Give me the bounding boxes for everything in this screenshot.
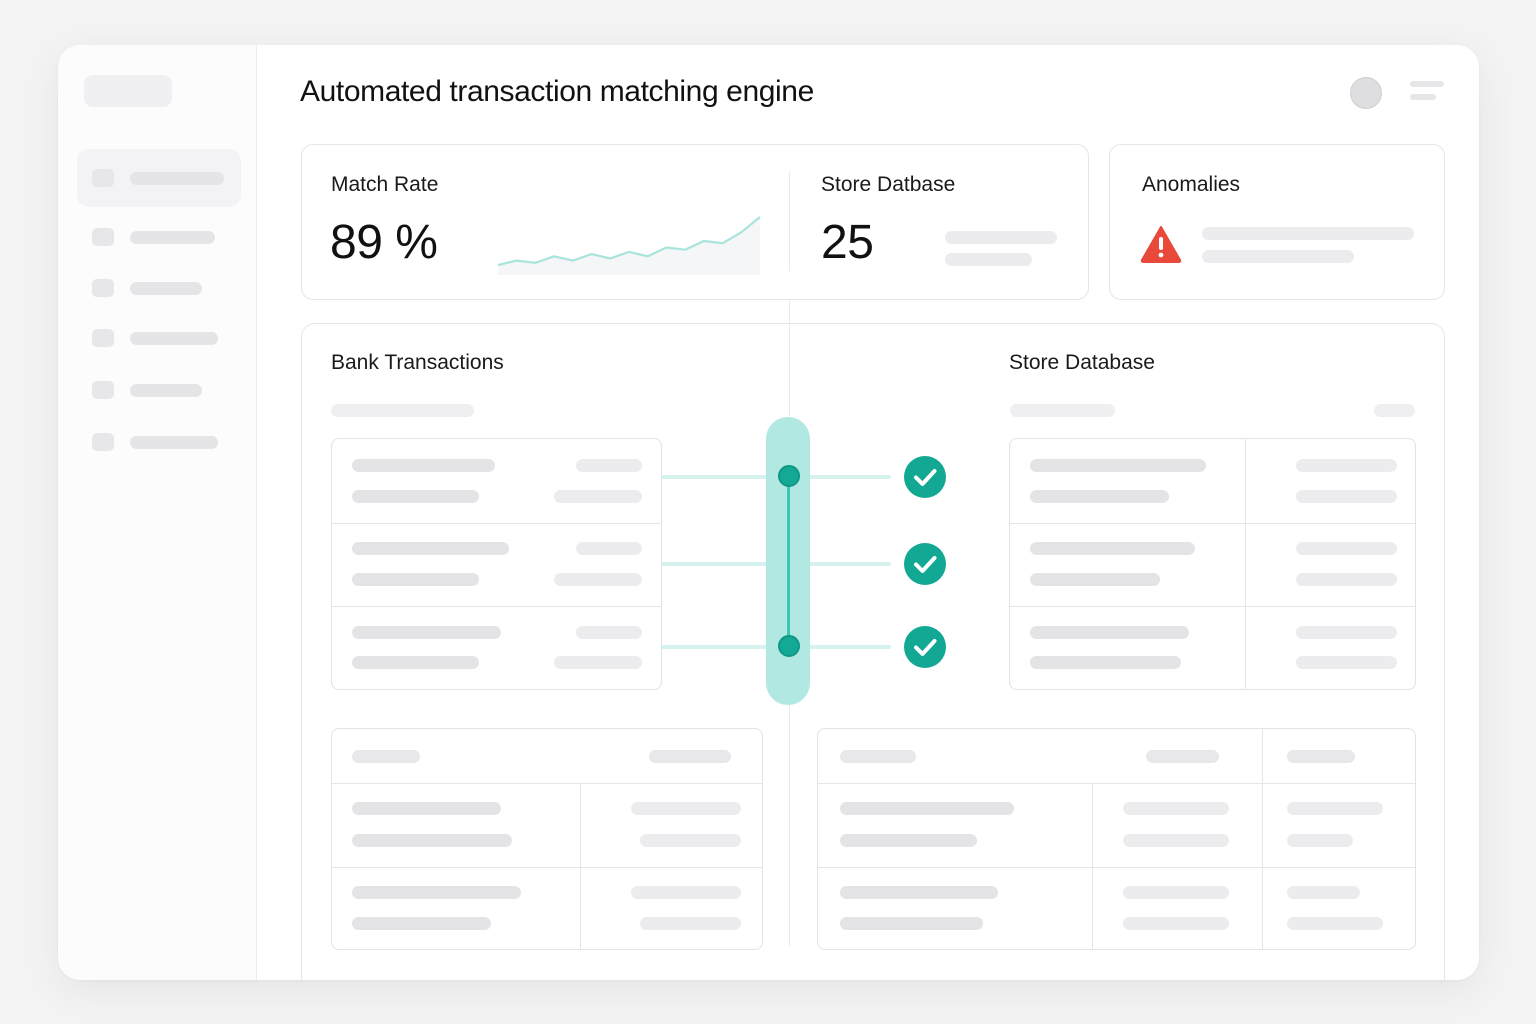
table-row[interactable] [332,606,661,690]
table-row[interactable] [332,867,762,951]
sidebar-item-2[interactable] [77,208,241,266]
nav-icon [92,169,114,187]
warning-icon [1140,226,1182,263]
text-placeholder [1202,227,1414,240]
table-row[interactable] [332,439,661,523]
bank-summary-table [331,728,763,950]
store-summary-table [817,728,1416,950]
sidebar [58,45,257,980]
check-circle-icon [904,543,946,585]
user-avatar[interactable] [1350,77,1382,109]
table-row[interactable] [818,867,1415,951]
match-node[interactable] [778,635,800,657]
table-row[interactable] [818,783,1415,867]
sidebar-item-label [130,384,202,397]
sidebar-item-label [130,436,218,449]
page-title: Automated transaction matching engine [300,75,814,108]
matching-panel: Bank Transactions Store Database [301,300,1445,980]
bank-transactions-title: Bank Transactions [331,351,504,374]
store-database-title: Store Database [1009,351,1155,374]
sidebar-item-label [130,172,224,185]
card-divider [789,171,790,271]
sidebar-item-1[interactable] [77,149,241,207]
text-placeholder [945,253,1032,266]
store-database-table [1009,438,1416,690]
nav-icon [92,381,114,399]
match-node[interactable] [778,465,800,487]
text-placeholder [945,231,1057,244]
check-circle-icon [904,626,946,668]
match-rate-value: 89 % [330,216,438,269]
sidebar-item-label [130,332,218,345]
text-placeholder [1202,250,1354,263]
store-label: Store Datbase [821,173,956,196]
table-row[interactable] [1010,606,1415,690]
nav-icon [92,329,114,347]
logo-placeholder [84,75,172,107]
metrics-card: Match Rate 89 % Store Datbase 25 [301,144,1089,300]
nav-icon [92,433,114,451]
sidebar-item-6[interactable] [77,413,241,471]
table-row[interactable] [332,783,762,867]
nav-icon [92,228,114,246]
store-value: 25 [821,216,874,269]
anomalies-label: Anomalies [1142,173,1241,196]
bank-transactions-table [331,438,662,690]
sidebar-item-5[interactable] [77,361,241,419]
table-row[interactable] [1010,523,1415,606]
match-rate-sparkline [498,216,761,275]
text-placeholder [1010,404,1115,417]
sidebar-item-label [130,231,215,244]
menu-icon[interactable] [1410,81,1446,105]
nav-icon [92,279,114,297]
text-placeholder [331,404,474,417]
text-placeholder [1374,404,1415,417]
sparkline-area [498,217,760,275]
check-circle-icon [904,456,946,498]
matching-engine-line [787,476,790,646]
table-row[interactable] [1010,439,1415,523]
anomalies-card[interactable]: Anomalies [1109,144,1445,300]
app-window: Automated transaction matching engine Ma… [58,45,1479,980]
sidebar-item-label [130,282,202,295]
match-rate-label: Match Rate [331,173,439,196]
table-row[interactable] [332,523,661,606]
sidebar-item-4[interactable] [77,309,241,367]
